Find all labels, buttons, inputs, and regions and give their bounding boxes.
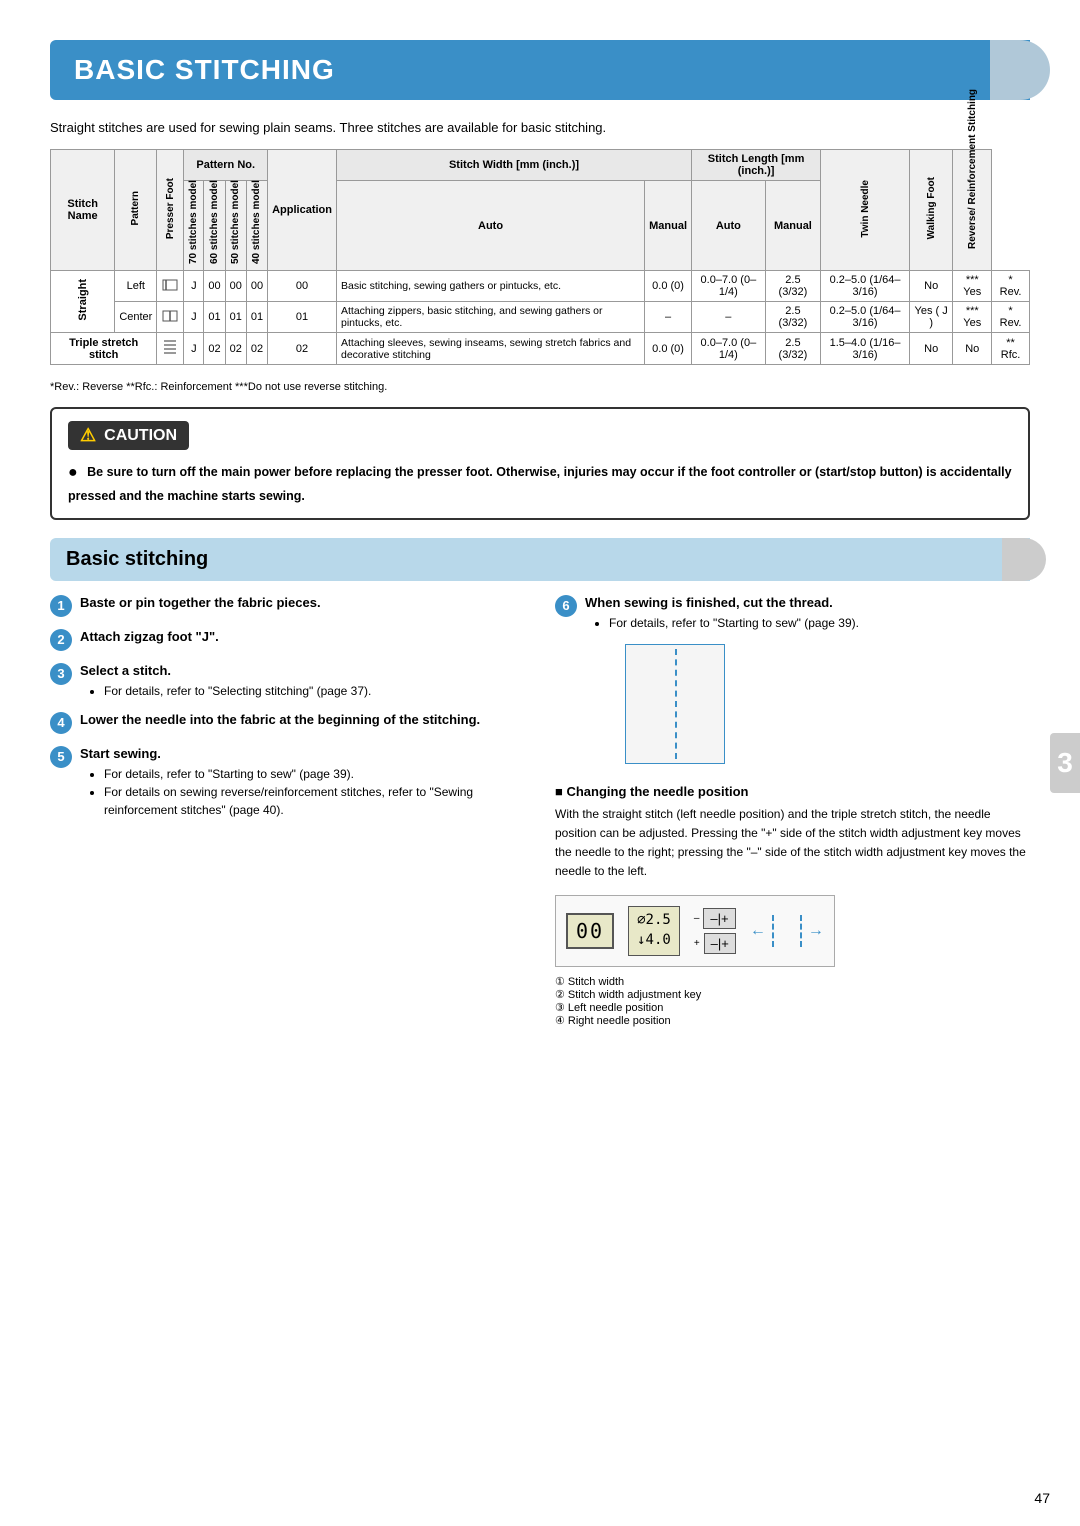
table-row: Center J 01 01 01 01 Attaching zippers, … (51, 302, 1030, 333)
step-1-content: Baste or pin together the fabric pieces. (80, 595, 525, 610)
col-sl-manual: Manual (765, 181, 820, 271)
col-sw-manual: Manual (645, 181, 692, 271)
col-presser-foot: Presser Foot (157, 150, 184, 271)
step-1-title: Baste or pin together the fabric pieces. (80, 595, 525, 610)
left-needle-line (772, 915, 774, 947)
stitch-triple-icon (157, 333, 184, 365)
step-4-number: 4 (50, 712, 72, 734)
step-3-content: Select a stitch. For details, refer to "… (80, 663, 525, 700)
step-5-bullet-2: For details on sewing reverse/reinforcem… (104, 783, 525, 819)
stitch-left-name: Left (115, 271, 157, 302)
table-row: Straight Left J 00 00 00 00 Basic stitch… (51, 271, 1030, 302)
step-3-bullet-1: For details, refer to "Selecting stitchi… (104, 682, 525, 700)
step-4-content: Lower the needle into the fabric at the … (80, 712, 525, 727)
two-col-layout: 1 Baste or pin together the fabric piece… (50, 595, 1030, 1027)
col-sl-auto: Auto (692, 181, 766, 271)
caution-box: ⚠ CAUTION ● Be sure to turn off the main… (50, 407, 1030, 520)
step-2-number: 2 (50, 629, 72, 651)
stitch-table: Stitch Name Pattern Presser Foot Pattern… (50, 149, 1030, 365)
col-sw-auto: Auto (336, 181, 644, 271)
changing-needle-section: Changing the needle position With the st… (555, 784, 1030, 882)
page-header: BASIC STITCHING (50, 40, 1030, 100)
minus-plus-key-top[interactable]: –|+ (703, 908, 735, 929)
step-4: 4 Lower the needle into the fabric at th… (50, 712, 525, 734)
caution-text: ● Be sure to turn off the main power bef… (68, 460, 1012, 506)
page-title: BASIC STITCHING (74, 54, 335, 86)
col-application: Application (268, 150, 337, 271)
minus-icon: – (694, 913, 700, 924)
step-6-content: When sewing is finished, cut the thread.… (585, 595, 1030, 632)
label-1: ① Stitch width (555, 975, 1030, 988)
stitch-left-icon (157, 271, 184, 302)
step-5-number: 5 (50, 746, 72, 768)
diagram-labels: ① Stitch width ② Stitch width adjustment… (555, 975, 1030, 1027)
step-6: 6 When sewing is finished, cut the threa… (555, 595, 1030, 632)
table-footnotes: *Rev.: Reverse **Rfc.: Reinforcement ***… (50, 381, 1030, 393)
step-1-number: 1 (50, 595, 72, 617)
col-walking-foot: Walking Foot (909, 150, 952, 271)
section-header: Basic stitching (50, 538, 1030, 581)
col-60: 60 stitches model (204, 181, 225, 271)
step-3-bullets: For details, refer to "Selecting stitchi… (90, 682, 525, 700)
stitch-center-name: Center (115, 302, 157, 333)
step-1: 1 Baste or pin together the fabric piece… (50, 595, 525, 617)
right-needle-line (800, 915, 802, 947)
dashed-line (675, 649, 677, 759)
arrow-right-icon: → (808, 922, 824, 940)
col-50: 50 stitches model (225, 181, 246, 271)
step-2-title: Attach zigzag foot "J". (80, 629, 525, 644)
stitch-values: ⌀2.5 ↓4.0 (628, 906, 680, 955)
col-70: 70 stitches model (184, 181, 204, 271)
col-twin-needle: Twin Needle (821, 150, 910, 271)
col-stitch-name: Stitch Name (51, 150, 115, 271)
caution-title: ⚠ CAUTION (68, 421, 189, 450)
step-3-number: 3 (50, 663, 72, 685)
col-pattern: Pattern (115, 150, 157, 271)
step-5-title: Start sewing. (80, 746, 525, 761)
step-5-bullets: For details, refer to "Starting to sew" … (90, 765, 525, 819)
col-reverse: Reverse/ Reinforcement Stitching (953, 150, 992, 271)
changing-needle-text: With the straight stitch (left needle po… (555, 805, 1030, 882)
step-4-title: Lower the needle into the fabric at the … (80, 712, 525, 727)
stitch-left-foot: J (184, 271, 204, 302)
stitch-triple-name: Triple stretch stitch (51, 333, 157, 365)
group-straight: Straight (51, 271, 115, 333)
step-3: 3 Select a stitch. For details, refer to… (50, 663, 525, 700)
label-3: ③ Left needle position (555, 1001, 1030, 1014)
table-row: Triple stretch stitch J 02 02 02 02 Atta… (51, 333, 1030, 365)
plus-icon: + (694, 938, 700, 949)
step-5: 5 Start sewing. For details, refer to "S… (50, 746, 525, 819)
arrow-left-icon: ← (750, 922, 766, 940)
col-stitch-width: Stitch Width [mm (inch.)] (336, 150, 691, 181)
label-4: ④ Right needle position (555, 1014, 1030, 1027)
step-6-bullet-1: For details, refer to "Starting to sew" … (609, 614, 1030, 632)
step-3-title: Select a stitch. (80, 663, 525, 678)
machine-diagram-area: 00 ⌀2.5 ↓4.0 – –|+ + –|+ (555, 895, 1030, 1026)
step-2-content: Attach zigzag foot "J". (80, 629, 525, 644)
col-40: 40 stitches model (246, 181, 267, 271)
control-buttons: – –|+ + –|+ (694, 908, 736, 954)
chapter-tab: 3 (1050, 733, 1080, 793)
col-pattern-no: Pattern No. (184, 150, 268, 181)
section-title: Basic stitching (66, 548, 208, 571)
step-6-number: 6 (555, 595, 577, 617)
warning-icon: ⚠ (80, 425, 96, 446)
changing-needle-title: Changing the needle position (555, 784, 1030, 799)
step-5-content: Start sewing. For details, refer to "Sta… (80, 746, 525, 819)
intro-text: Straight stitches are used for sewing pl… (50, 120, 1030, 135)
page-number: 47 (1034, 1490, 1050, 1506)
lcd-display-group: 00 (566, 913, 614, 949)
steps-left: 1 Baste or pin together the fabric piece… (50, 595, 525, 1027)
step-6-title: When sewing is finished, cut the thread. (585, 595, 1030, 610)
step-2: 2 Attach zigzag foot "J". (50, 629, 525, 651)
col-stitch-length: Stitch Length [mm (inch.)] (692, 150, 821, 181)
steps-right: 6 When sewing is finished, cut the threa… (555, 595, 1030, 1027)
minus-plus-key-bottom[interactable]: –|+ (704, 933, 736, 954)
fabric-diagram (625, 644, 725, 764)
needle-positions: ← → (750, 915, 824, 947)
stitch-center-icon (157, 302, 184, 333)
step-5-bullet-1: For details, refer to "Starting to sew" … (104, 765, 525, 783)
label-2: ② Stitch width adjustment key (555, 988, 1030, 1001)
step-6-bullets: For details, refer to "Starting to sew" … (595, 614, 1030, 632)
